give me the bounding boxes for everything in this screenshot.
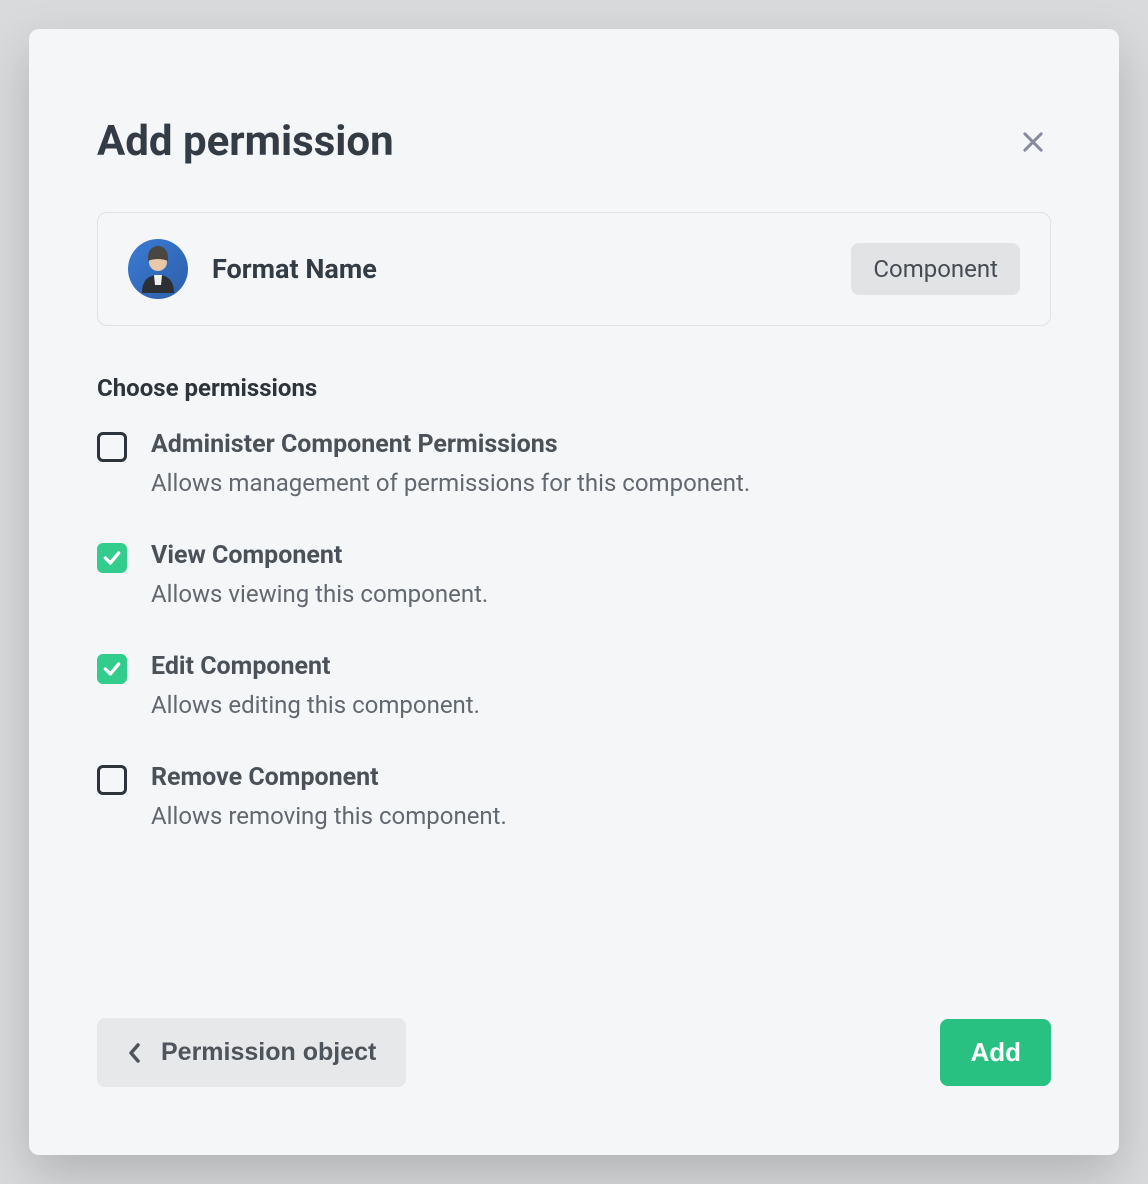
permission-texts: View Component Allows viewing this compo… [151,541,488,608]
permission-title: Administer Component Permissions [151,430,750,459]
permission-item: Administer Component Permissions Allows … [97,430,1051,497]
back-button[interactable]: Permission object [97,1018,406,1087]
permission-item: View Component Allows viewing this compo… [97,541,1051,608]
entity-tag: Component [851,243,1020,295]
close-button[interactable] [1015,124,1051,160]
permission-item: Edit Component Allows editing this compo… [97,652,1051,719]
permission-texts: Administer Component Permissions Allows … [151,430,750,497]
section-label: Choose permissions [97,374,1051,402]
permission-title: Remove Component [151,763,507,792]
chevron-left-icon [127,1041,143,1065]
check-icon [102,659,122,679]
checkbox-view[interactable] [97,543,127,573]
permission-title: Edit Component [151,652,480,681]
checkbox-administer[interactable] [97,432,127,462]
entity-left: Format Name [128,239,377,299]
permission-item: Remove Component Allows removing this co… [97,763,1051,830]
permission-description: Allows editing this component. [151,691,480,719]
entity-card: Format Name Component [97,212,1051,326]
close-icon [1019,128,1047,156]
permission-description: Allows removing this component. [151,802,507,830]
back-button-label: Permission object [161,1038,376,1067]
permission-texts: Remove Component Allows removing this co… [151,763,507,830]
permission-description: Allows management of permissions for thi… [151,469,750,497]
permission-title: View Component [151,541,488,570]
modal-title: Add permission [97,117,394,166]
entity-name: Format Name [212,253,377,285]
permission-description: Allows viewing this component. [151,580,488,608]
check-icon [102,548,122,568]
permissions-list: Administer Component Permissions Allows … [97,430,1051,830]
permission-texts: Edit Component Allows editing this compo… [151,652,480,719]
checkbox-edit[interactable] [97,654,127,684]
add-button[interactable]: Add [940,1019,1051,1086]
avatar [128,239,188,299]
modal-footer: Permission object Add [97,1018,1051,1087]
modal-header: Add permission [97,117,1051,166]
checkbox-remove[interactable] [97,765,127,795]
add-permission-modal: Add permission Format Name Component Cho… [29,29,1119,1155]
person-icon [134,245,182,293]
